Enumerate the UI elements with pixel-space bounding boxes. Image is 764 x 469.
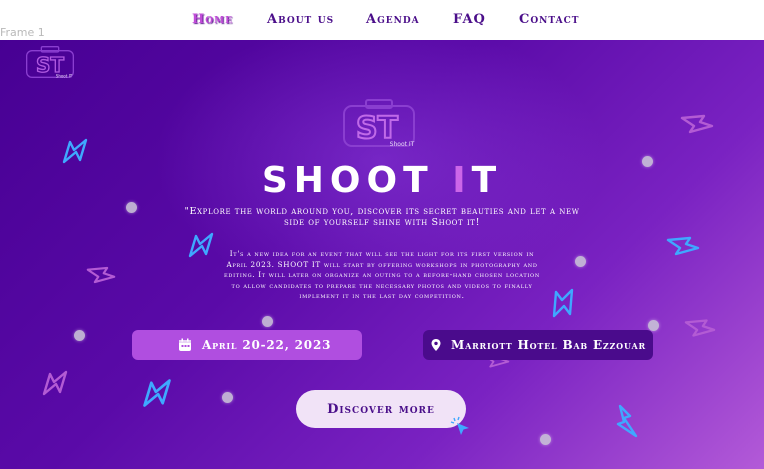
click-cursor-icon xyxy=(450,416,469,435)
nav-agenda[interactable]: Agenda xyxy=(366,12,420,27)
decor-dot xyxy=(222,392,233,403)
nav-contact[interactable]: Contact xyxy=(519,12,579,27)
title-part: T xyxy=(403,160,453,201)
nav-faq[interactable]: FAQ xyxy=(453,12,486,27)
logo-main: ST Shoot IT xyxy=(343,99,415,148)
decor-dot xyxy=(74,330,85,341)
event-location-pill: Marriott Hotel Bab Ezzouar xyxy=(423,330,653,360)
logo-small[interactable]: ST Shoot IT xyxy=(24,44,76,80)
hero-title: SHOOT IT xyxy=(0,160,764,201)
lightning-bolt-icon xyxy=(42,370,68,396)
lightning-bolt-icon xyxy=(188,232,214,258)
title-accent: I xyxy=(452,160,472,201)
hero-tagline: "Explore the world around you, discover … xyxy=(184,206,580,228)
lightning-bolt-icon xyxy=(86,266,116,284)
lightning-bolt-icon xyxy=(666,236,700,256)
nav-about-us[interactable]: About us xyxy=(267,12,334,27)
logo-caption: Shoot IT xyxy=(56,73,73,78)
nav-home[interactable]: Home xyxy=(192,12,233,27)
hero-description: It's a new idea for an event that will s… xyxy=(224,249,540,301)
title-part: T xyxy=(471,160,503,201)
decor-dot xyxy=(126,202,137,213)
top-nav: Home About us Agenda FAQ Contact xyxy=(0,0,764,40)
location-pin-icon xyxy=(431,339,441,351)
lightning-bolt-icon xyxy=(616,404,638,438)
logo-caption: Shoot IT xyxy=(390,141,415,148)
lightning-bolt-icon xyxy=(680,114,714,134)
decor-dot xyxy=(575,256,586,267)
decor-dot xyxy=(648,320,659,331)
decor-dot xyxy=(540,434,551,445)
frame-label: Frame 1 xyxy=(0,26,45,39)
decor-dot xyxy=(262,316,273,327)
lightning-bolt-icon xyxy=(143,379,171,407)
event-location: Marriott Hotel Bab Ezzouar xyxy=(451,338,646,352)
lightning-bolt-icon xyxy=(552,288,574,318)
event-date: April 20-22, 2023 xyxy=(202,338,332,352)
calendar-icon xyxy=(179,338,191,351)
lightning-bolt-icon xyxy=(684,319,716,337)
event-date-pill: April 20-22, 2023 xyxy=(132,330,362,360)
discover-more-button[interactable]: Discover more xyxy=(296,390,466,428)
title-part: SHOO xyxy=(261,160,404,201)
